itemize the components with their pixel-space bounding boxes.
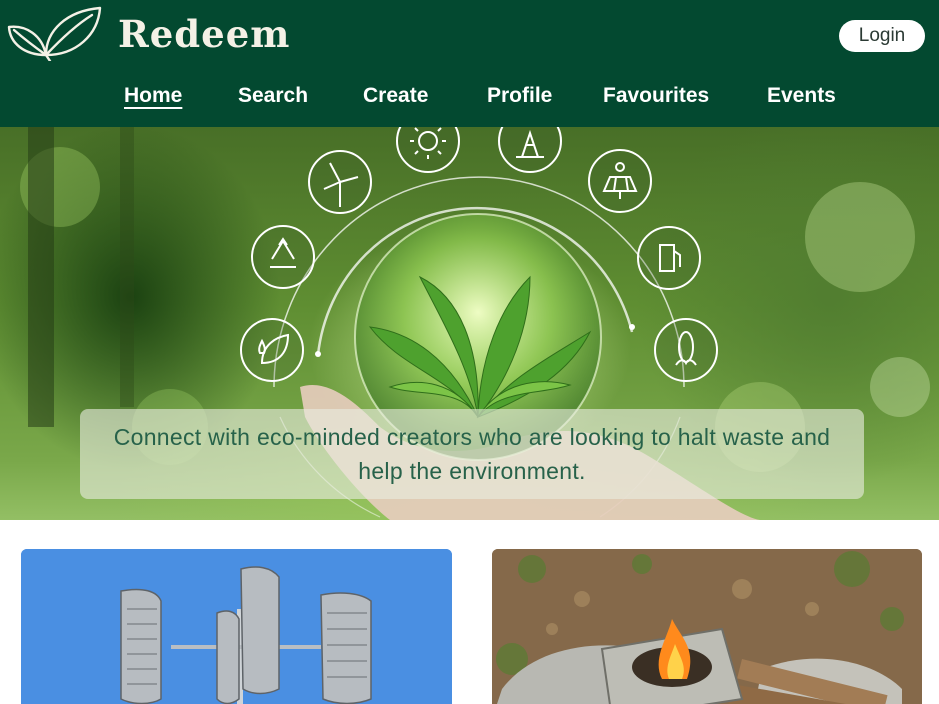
oil-pump-icon [498,127,562,173]
nav-item-favourites[interactable]: Favourites [603,84,709,108]
hero-caption: Connect with eco-minded creators who are… [80,409,864,499]
corn-icon [654,318,718,382]
wind-turbine-icon [308,150,372,214]
sun-icon [396,127,460,173]
login-button[interactable]: Login [839,20,925,52]
leaf-water-icon [240,318,304,382]
brand-name: Redeem [118,12,291,56]
hero-caption-text: Connect with eco-minded creators who are… [113,424,831,484]
recycle-icon [251,225,315,289]
wind-turbine-photo [21,549,452,704]
nav-item-home[interactable]: Home [124,84,182,108]
nav-item-search[interactable]: Search [238,84,308,108]
nav-item-create[interactable]: Create [363,84,428,108]
hero-banner: Connect with eco-minded creators who are… [0,127,939,520]
solar-panel-icon [588,149,652,213]
fuel-pump-icon [637,226,701,290]
leaves-icon [7,6,102,61]
card-wind-turbine[interactable] [21,549,452,704]
nav-item-profile[interactable]: Profile [487,84,552,108]
campfire-stove-photo [492,549,922,704]
brand[interactable]: Redeem [6,4,290,62]
main-nav: Home Search Create Profile Favourites Ev… [0,84,939,116]
nav-item-events[interactable]: Events [767,84,836,108]
card-campfire-stove[interactable] [492,549,922,704]
site-header: Redeem Login Home Search Create Profile … [0,0,939,127]
